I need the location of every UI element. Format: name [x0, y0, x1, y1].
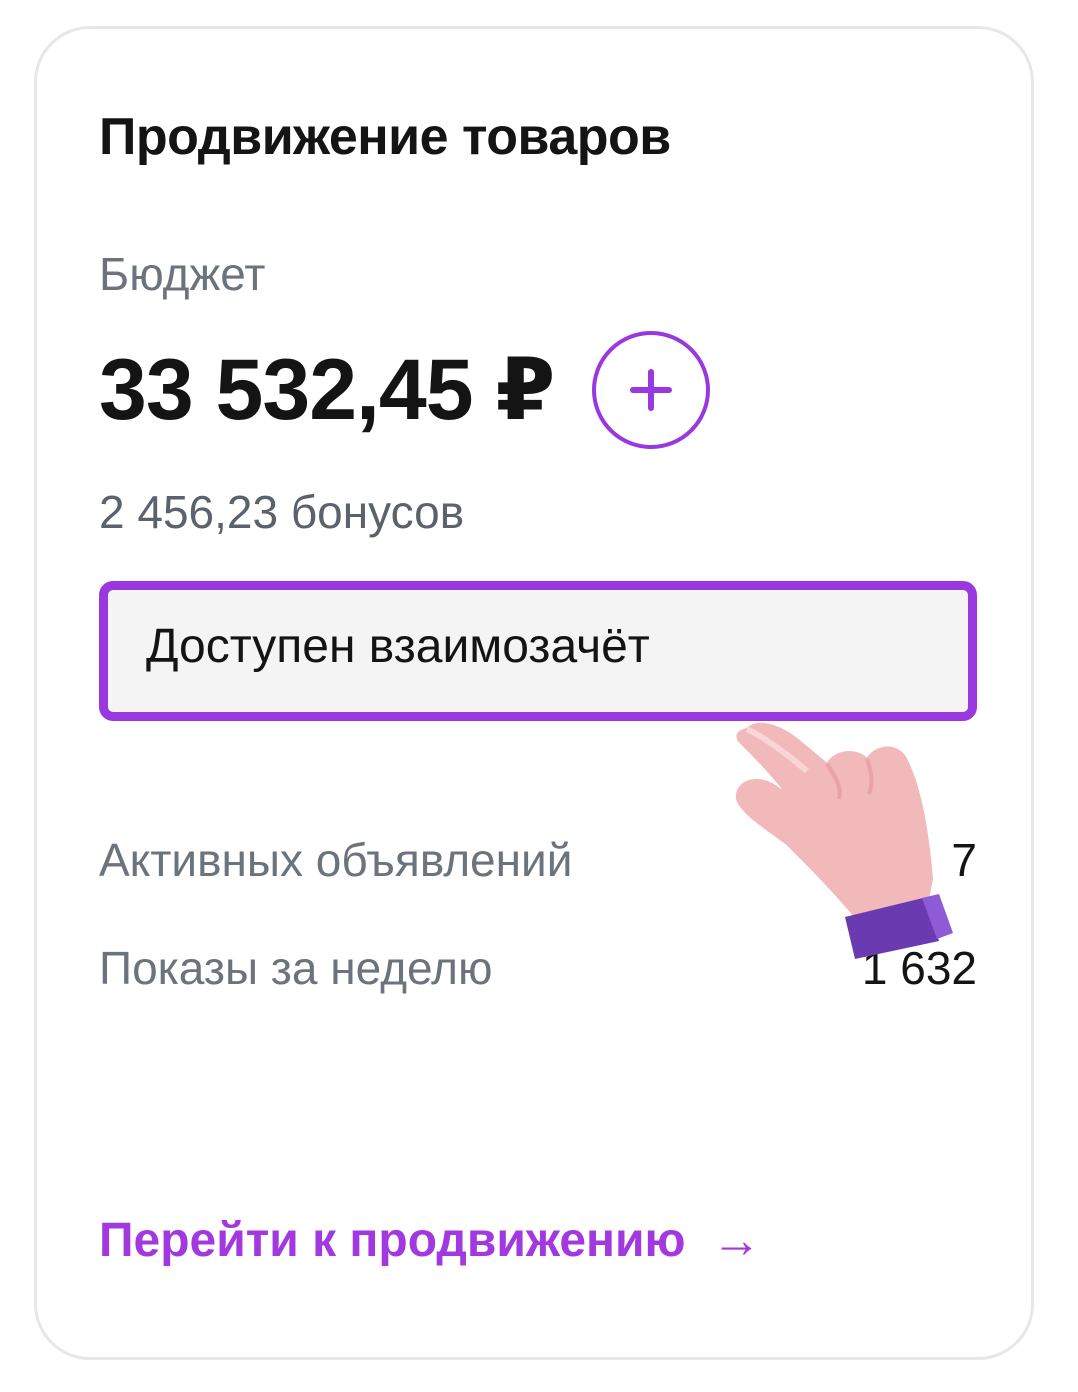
arrow-right-icon: → [711, 1212, 762, 1268]
bonus-balance: 2 456,23 бонусов [99, 486, 465, 538]
offset-available-button[interactable]: Доступен взаимозачёт [99, 581, 977, 721]
offset-button-label: Доступен взаимозачёт [146, 619, 650, 673]
add-budget-button[interactable] [592, 331, 711, 449]
budget-amount: 33 532,45 ₽ [99, 342, 555, 438]
budget-label: Бюджет [99, 248, 266, 300]
budget-row: 33 532,45 ₽ [99, 325, 711, 455]
go-to-promotion-link[interactable]: Перейти к продвижению → [99, 1211, 762, 1269]
link-label: Перейти к продвижению [99, 1213, 686, 1267]
hand-pointer-icon [735, 722, 953, 959]
stat-label: Активных объявлений [99, 834, 573, 886]
stat-label: Показы за неделю [99, 942, 493, 994]
promotion-card: Продвижение товаров Бюджет 33 532,45 ₽ 2… [34, 26, 1034, 1360]
card-title: Продвижение товаров [99, 108, 671, 166]
